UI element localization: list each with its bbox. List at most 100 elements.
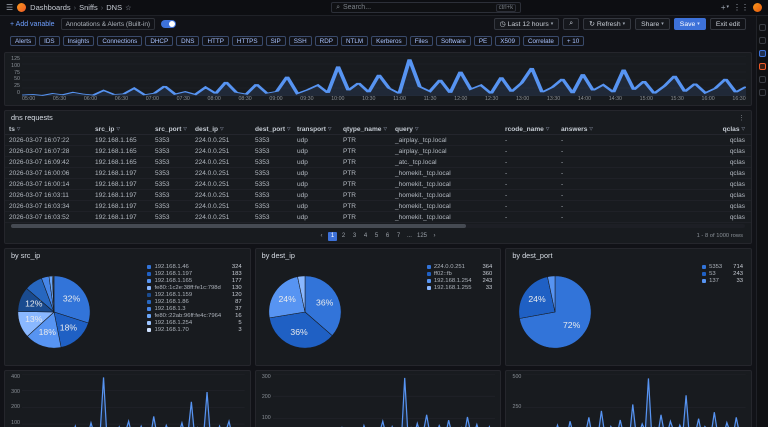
breadcrumb-folder[interactable]: Sniffs: [79, 3, 98, 12]
pagination-prev[interactable]: ‹: [317, 232, 326, 241]
refresh-button[interactable]: ↻ Refresh ▾: [583, 18, 632, 30]
link-pill[interactable]: SIP: [265, 36, 286, 46]
legend-item[interactable]: 192.168.1.159 120: [147, 292, 242, 298]
panel-header[interactable]: dns requests ⋮: [5, 111, 751, 124]
legend-item[interactable]: 192.168.1.254 243: [426, 278, 492, 284]
filter-icon[interactable]: ▽: [415, 126, 418, 132]
filter-icon[interactable]: ▽: [287, 126, 290, 132]
legend-item[interactable]: 192.168.1.70 3: [147, 327, 242, 333]
link-pill[interactable]: Correlate: [522, 36, 559, 46]
link-pill[interactable]: PE: [473, 36, 493, 46]
horizontal-scrollbar[interactable]: [11, 224, 745, 228]
pagination-page[interactable]: 4: [361, 232, 370, 241]
column-header[interactable]: transport ▽: [293, 124, 339, 135]
filter-icon[interactable]: ▽: [328, 126, 331, 132]
right-dock-icon[interactable]: [759, 89, 766, 96]
exit-edit-button[interactable]: Exit edit: [709, 18, 746, 30]
legend-item[interactable]: 192.168.1.3 37: [147, 306, 242, 312]
link-pill[interactable]: DHCP: [145, 36, 174, 46]
link-pill[interactable]: Connections: [97, 36, 143, 46]
grafana-logo[interactable]: [17, 3, 27, 12]
column-header[interactable]: qtype_name ▽: [339, 124, 391, 135]
legend-item[interactable]: ff02::fb 360: [426, 271, 492, 277]
legend-item[interactable]: fe80::22ab:96ff:fe4c:7964 16: [147, 313, 242, 319]
pagination-page[interactable]: 6: [383, 232, 392, 241]
link-pill[interactable]: SSH: [288, 36, 312, 46]
filter-icon[interactable]: ▽: [383, 126, 386, 132]
legend-item[interactable]: 192.168.1.46 324: [147, 264, 242, 270]
annotations-toggle[interactable]: [161, 20, 177, 28]
column-header[interactable]: rcode_name ▽: [501, 124, 557, 135]
legend-item[interactable]: 5353 714: [702, 264, 743, 270]
filter-icon[interactable]: ▽: [589, 126, 592, 132]
column-header[interactable]: query ▽: [391, 124, 501, 135]
timeseries-panel-top[interactable]: 125 100 75 50 25 0 05:00 05:30 06:00 06:30 07:00 07…: [4, 52, 752, 106]
filter-icon[interactable]: ▽: [116, 126, 119, 132]
link-pill[interactable]: HTTPS: [231, 36, 263, 46]
pagination-page[interactable]: 2: [339, 232, 348, 241]
pie-panel-dest-ip[interactable]: by dest_ip 36%36%24%224.0.0.251364ff02::…: [254, 248, 502, 366]
pagination-page[interactable]: 125: [416, 232, 428, 241]
time-range-picker[interactable]: ◷ Last 12 hours ▾: [493, 18, 560, 30]
pagination-page[interactable]: 1: [327, 231, 337, 241]
right-dock-icon[interactable]: [759, 76, 766, 83]
pagination-next[interactable]: ›: [430, 232, 439, 241]
column-header[interactable]: answers ▽: [557, 124, 603, 135]
timeseries-panel-src[interactable]: 400300200100005:0007:3010:0012:3015:00: [4, 370, 251, 427]
link-pill[interactable]: IDS: [39, 36, 60, 46]
timeseries-panel-port[interactable]: 500250005:0007:3010:0012:3015:00: [505, 370, 753, 427]
pagination-page[interactable]: 3: [350, 232, 359, 241]
link-pill[interactable]: + 10: [561, 36, 585, 46]
link-pill[interactable]: X509: [495, 36, 520, 46]
search-input[interactable]: ⌕ Search... ctrl+k: [331, 2, 522, 13]
timeseries-panel-dest[interactable]: 300200100005:0007:3010:0012:3015:00: [254, 370, 502, 427]
panel-header[interactable]: by dest_port: [506, 249, 751, 262]
panel-header[interactable]: by src_ip: [5, 249, 250, 262]
filter-icon[interactable]: ▽: [17, 126, 20, 132]
right-dock-icon[interactable]: [759, 37, 766, 44]
right-dock-icon[interactable]: [759, 50, 766, 57]
link-pill[interactable]: NTLM: [340, 36, 369, 46]
annotations-pill[interactable]: Annotations & Alerts (Built-in): [60, 18, 156, 30]
breadcrumb-dashboard[interactable]: DNS: [106, 3, 122, 12]
link-pill[interactable]: HTTP: [202, 36, 229, 46]
column-header[interactable]: src_port ▽: [151, 124, 191, 135]
share-button[interactable]: Share ▾: [635, 18, 670, 30]
legend-item[interactable]: 192.168.1.197 183: [147, 271, 242, 277]
menu-toggle-icon[interactable]: ☰: [6, 3, 13, 12]
legend-item[interactable]: 137 33: [702, 278, 743, 284]
favorite-star-icon[interactable]: ☆: [125, 4, 131, 12]
link-pill[interactable]: DNS: [176, 36, 200, 46]
right-dock-icon[interactable]: [759, 24, 766, 31]
breadcrumb-dashboards[interactable]: Dashboards: [30, 3, 70, 12]
link-pill[interactable]: Kerberos: [371, 36, 407, 46]
legend-item[interactable]: 224.0.0.251 364: [426, 264, 492, 270]
link-pill[interactable]: Software: [435, 36, 471, 46]
pie-panel-dest-port[interactable]: by dest_port 72% 24% 5353 714 53 243 137 33: [505, 248, 753, 366]
pagination-page[interactable]: ...: [405, 232, 414, 241]
link-pill[interactable]: Alerts: [10, 36, 37, 46]
legend-item[interactable]: 192.168.1.254 5: [147, 320, 242, 326]
save-button[interactable]: Save ▾: [673, 18, 706, 30]
right-dock-icon[interactable]: [759, 63, 766, 70]
add-new-button[interactable]: + ▾: [721, 3, 729, 12]
filter-icon[interactable]: ▽: [742, 126, 745, 132]
scrollbar-thumb[interactable]: [11, 224, 467, 228]
legend-item[interactable]: 192.168.1.86 87: [147, 299, 242, 305]
legend-item[interactable]: 192.168.1.255 33: [426, 285, 492, 291]
user-avatar[interactable]: [753, 3, 762, 12]
column-header[interactable]: ts ▽: [5, 124, 91, 135]
legend-item[interactable]: 53 243: [702, 271, 743, 277]
column-header[interactable]: dest_ip ▽: [191, 124, 251, 135]
link-pill[interactable]: RDP: [314, 36, 338, 46]
column-header[interactable]: src_ip ▽: [91, 124, 151, 135]
add-variable-link[interactable]: + Add variable: [10, 21, 55, 28]
pie-panel-src-ip[interactable]: by src_ip 32%18%18%13%12%192.168.1.46324…: [4, 248, 251, 366]
filter-icon[interactable]: ▽: [546, 126, 549, 132]
panel-menu-icon[interactable]: ⋮: [738, 114, 745, 122]
pagination-page[interactable]: 5: [372, 232, 381, 241]
pagination-page[interactable]: 7: [394, 232, 403, 241]
column-header[interactable]: qclas ▽: [603, 124, 751, 135]
column-header[interactable]: dest_port ▽: [251, 124, 293, 135]
legend-item[interactable]: 192.168.1.165 177: [147, 278, 242, 284]
